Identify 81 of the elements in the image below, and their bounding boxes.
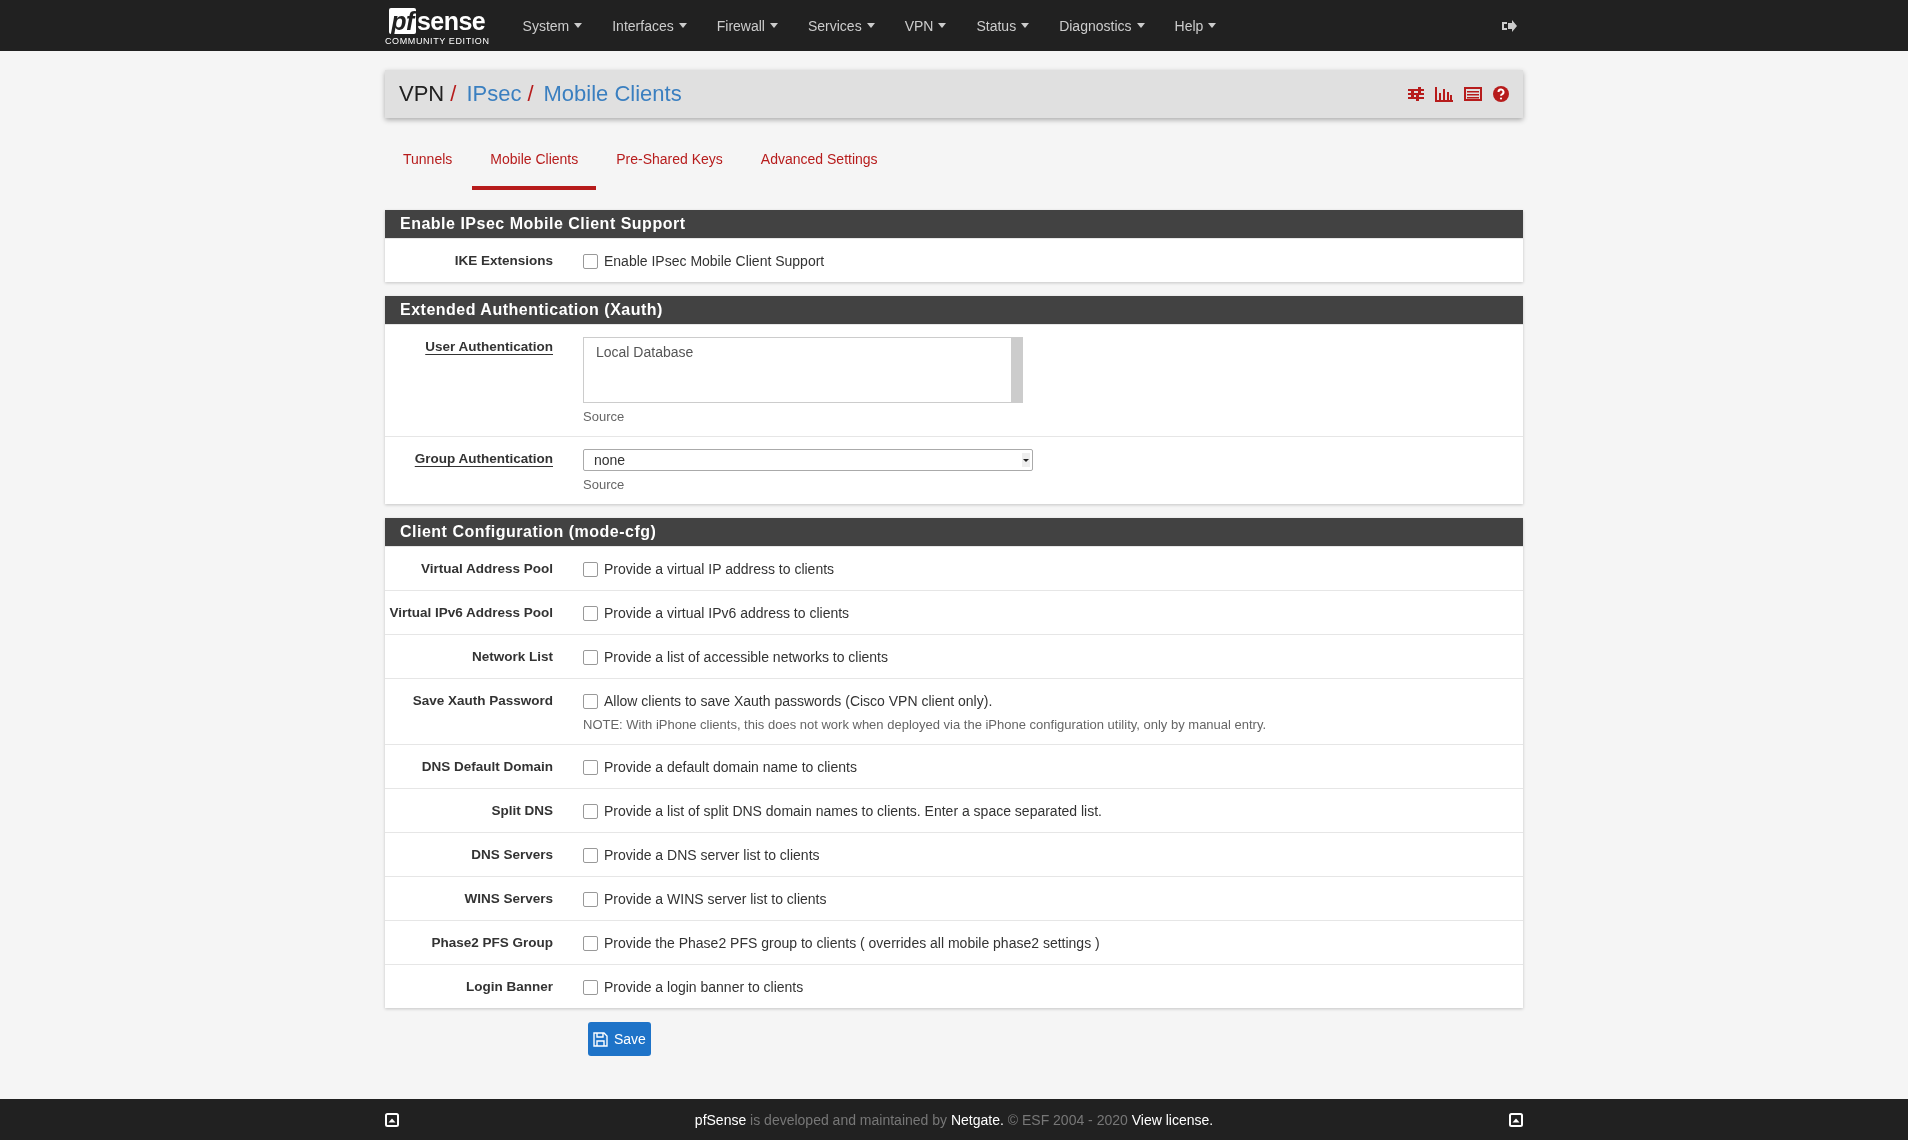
list-option[interactable]: Local Database — [596, 342, 999, 362]
help-note: NOTE: With iPhone clients, this does not work when deployed via the iPhone configuration utility, only by manual entry. — [583, 717, 1268, 733]
checkbox-label: Provide a DNS server list to clients — [604, 846, 820, 865]
caret-icon — [769, 23, 778, 28]
footer-link[interactable]: View license. — [1131, 1111, 1214, 1128]
caret-icon — [866, 23, 875, 28]
tab[interactable]: Tunnels — [385, 142, 471, 190]
menu-item[interactable]: Diagnostics — [1044, 0, 1160, 51]
checkbox-label: Provide a WINS server list to clients — [604, 890, 827, 909]
field-label: Virtual IPv6 Address Pool — [388, 604, 553, 622]
field-label-link[interactable]: User Authentication — [385, 337, 553, 425]
field-label: Network List — [471, 648, 553, 666]
field-label: Virtual Address Pool — [419, 560, 553, 578]
menu-item[interactable]: VPN — [889, 0, 962, 51]
listbox-field[interactable]: Local Database — [583, 337, 1023, 403]
field-label: Split DNS — [490, 802, 553, 820]
save-button[interactable]: Save — [588, 1022, 651, 1056]
sliders-icon[interactable] — [1408, 87, 1424, 101]
footer-link[interactable]: Netgate. — [950, 1111, 1004, 1128]
tab[interactable]: Pre-Shared Keys — [598, 142, 741, 190]
checkbox-label: Provide a virtual IP address to clients — [604, 560, 835, 579]
checkbox-label: Provide a list of accessible networks to clients — [604, 648, 888, 667]
bar-chart-icon[interactable] — [1435, 86, 1453, 102]
tab[interactable]: Mobile Clients — [472, 142, 597, 190]
logout-icon[interactable] — [1502, 19, 1517, 32]
checkbox[interactable] — [583, 561, 598, 577]
field-label-link[interactable]: Group Authentication — [385, 449, 553, 493]
scroll-top-icon[interactable] — [385, 1112, 399, 1127]
tab[interactable]: Advanced Settings — [742, 142, 896, 190]
breadcrumb-separator: / — [527, 81, 534, 107]
checkbox-label: Provide a login banner to clients — [604, 978, 804, 997]
checkbox[interactable] — [583, 253, 598, 269]
checkbox-label: Allow clients to save Xauth passwords (Cisco VPN client only). — [604, 692, 993, 711]
breadcrumb-separator: / — [450, 81, 457, 107]
checkbox-label: Provide a virtual IPv6 address to clients — [604, 604, 850, 623]
field-label: Phase2 PFS Group — [430, 934, 553, 952]
menu-item[interactable]: Interfaces — [597, 0, 702, 51]
checkbox[interactable] — [583, 847, 598, 863]
pfsense-logo[interactable]: pfsense COMMUNITY EDITION — [385, 5, 490, 46]
checkbox-label: Provide the Phase2 PFS group to clients ( overrides all mobile phase2 settings ) — [604, 934, 1100, 953]
checkbox[interactable] — [583, 891, 598, 907]
field-label: Login Banner — [465, 978, 553, 996]
checkbox-label: Provide a list of split DNS domain names to clients. Enter a space separated list. — [604, 802, 1102, 821]
section-header: Client Configuration (mode-cfg) — [385, 518, 1523, 546]
caret-icon — [1208, 23, 1217, 28]
menu-item[interactable]: Help — [1159, 0, 1232, 51]
field-label: Save Xauth Password — [411, 692, 553, 710]
select-field[interactable]: none — [583, 449, 1033, 471]
list-icon[interactable] — [1464, 87, 1482, 101]
help-icon[interactable] — [1493, 86, 1509, 102]
field-label: IKE Extensions — [453, 252, 553, 270]
section-header: Enable IPsec Mobile Client Support — [385, 210, 1523, 238]
checkbox-label: Provide a default domain name to clients — [604, 758, 857, 777]
caret-icon — [1136, 23, 1145, 28]
caret-icon — [678, 23, 687, 28]
checkbox-label: Enable IPsec Mobile Client Support — [604, 252, 825, 271]
scroll-top-icon[interactable] — [1509, 1112, 1523, 1127]
help-text: Source — [583, 409, 626, 425]
field-label: WINS Servers — [463, 890, 553, 908]
checkbox[interactable] — [583, 693, 598, 709]
menu-item[interactable]: Services — [792, 0, 890, 51]
footer-text: pfSense is developed and maintained by Netgate. © ESF 2004 - 2020 View license. — [694, 1111, 1214, 1128]
checkbox[interactable] — [583, 935, 598, 951]
menu-item[interactable]: Status — [961, 0, 1045, 51]
checkbox[interactable] — [583, 759, 598, 775]
checkbox[interactable] — [583, 803, 598, 819]
checkbox[interactable] — [583, 605, 598, 621]
caret-icon — [574, 23, 583, 28]
caret-icon — [1021, 23, 1030, 28]
footer-link[interactable]: pfSense — [694, 1111, 747, 1128]
menu-item[interactable]: Firewall — [701, 0, 793, 51]
checkbox[interactable] — [583, 979, 598, 995]
checkbox[interactable] — [583, 649, 598, 665]
caret-icon — [938, 23, 947, 28]
help-text: Source — [583, 477, 626, 493]
field-label: DNS Default Domain — [420, 758, 553, 776]
field-label: DNS Servers — [470, 846, 553, 864]
section-header: Extended Authentication (Xauth) — [385, 296, 1523, 324]
menu-item[interactable]: System — [507, 0, 598, 51]
scrollbar — [1011, 338, 1022, 402]
breadcrumb-text: VPN — [399, 81, 445, 107]
